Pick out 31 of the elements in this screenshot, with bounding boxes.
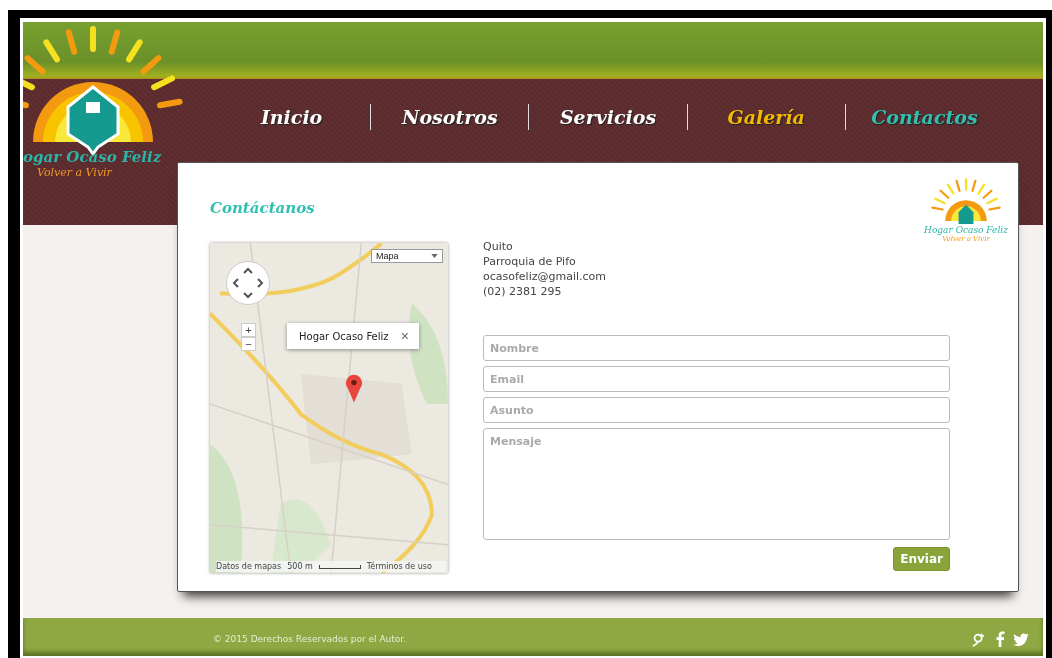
input-field[interactable]: Nombre (483, 335, 950, 361)
terms-link[interactable]: Términos de uso (366, 562, 432, 571)
input-field[interactable]: Email (483, 366, 950, 392)
nav-link[interactable]: Inicio (213, 106, 371, 128)
twitter-bird-icon[interactable] (1013, 632, 1029, 646)
map-type-select[interactable]: Mapa (371, 249, 443, 263)
input-field[interactable]: Asunto (483, 397, 950, 423)
zoom-out-button[interactable]: − (241, 337, 256, 351)
caret-icon (431, 254, 438, 258)
nav-link[interactable]: Galería (687, 106, 845, 128)
map-attribution: Datos de mapas (216, 562, 282, 571)
contact-line: Parroquia de Pifo (483, 254, 577, 269)
logo-tagline: Volver a Vivir (37, 166, 112, 179)
close-button[interactable]: × (400, 329, 409, 343)
message-field[interactable]: Mensaje (483, 428, 950, 540)
contact-line: Quito (483, 239, 514, 254)
contact-line: (02) 2381 295 (483, 284, 563, 299)
facebook-icon[interactable] (996, 631, 1005, 647)
logo-title: ogar Ocaso Feliz (23, 148, 162, 166)
map[interactable]: + − Mapa Hogar Ocaso Feliz × Datos de mapas 500 m Términos de uso (210, 243, 448, 573)
map-scale: 500 m (287, 562, 313, 571)
contact-line: ocasofeliz@gmail.com (483, 269, 608, 284)
zoom-in-button[interactable]: + (241, 323, 256, 337)
copyright-text: © 2015 Derechos Reservados por el Autor. (213, 634, 407, 644)
map-pin-icon (345, 373, 363, 403)
logo-title: Hogar Ocaso Feliz (924, 225, 1008, 235)
popup-title: Hogar Ocaso Feliz (299, 330, 389, 342)
nav-link[interactable]: Servicios (529, 106, 687, 128)
section-heading: Contáctanos (210, 199, 315, 219)
nav-link[interactable]: Contactos (845, 106, 1003, 128)
nav-link[interactable]: Nosotros (371, 106, 529, 128)
